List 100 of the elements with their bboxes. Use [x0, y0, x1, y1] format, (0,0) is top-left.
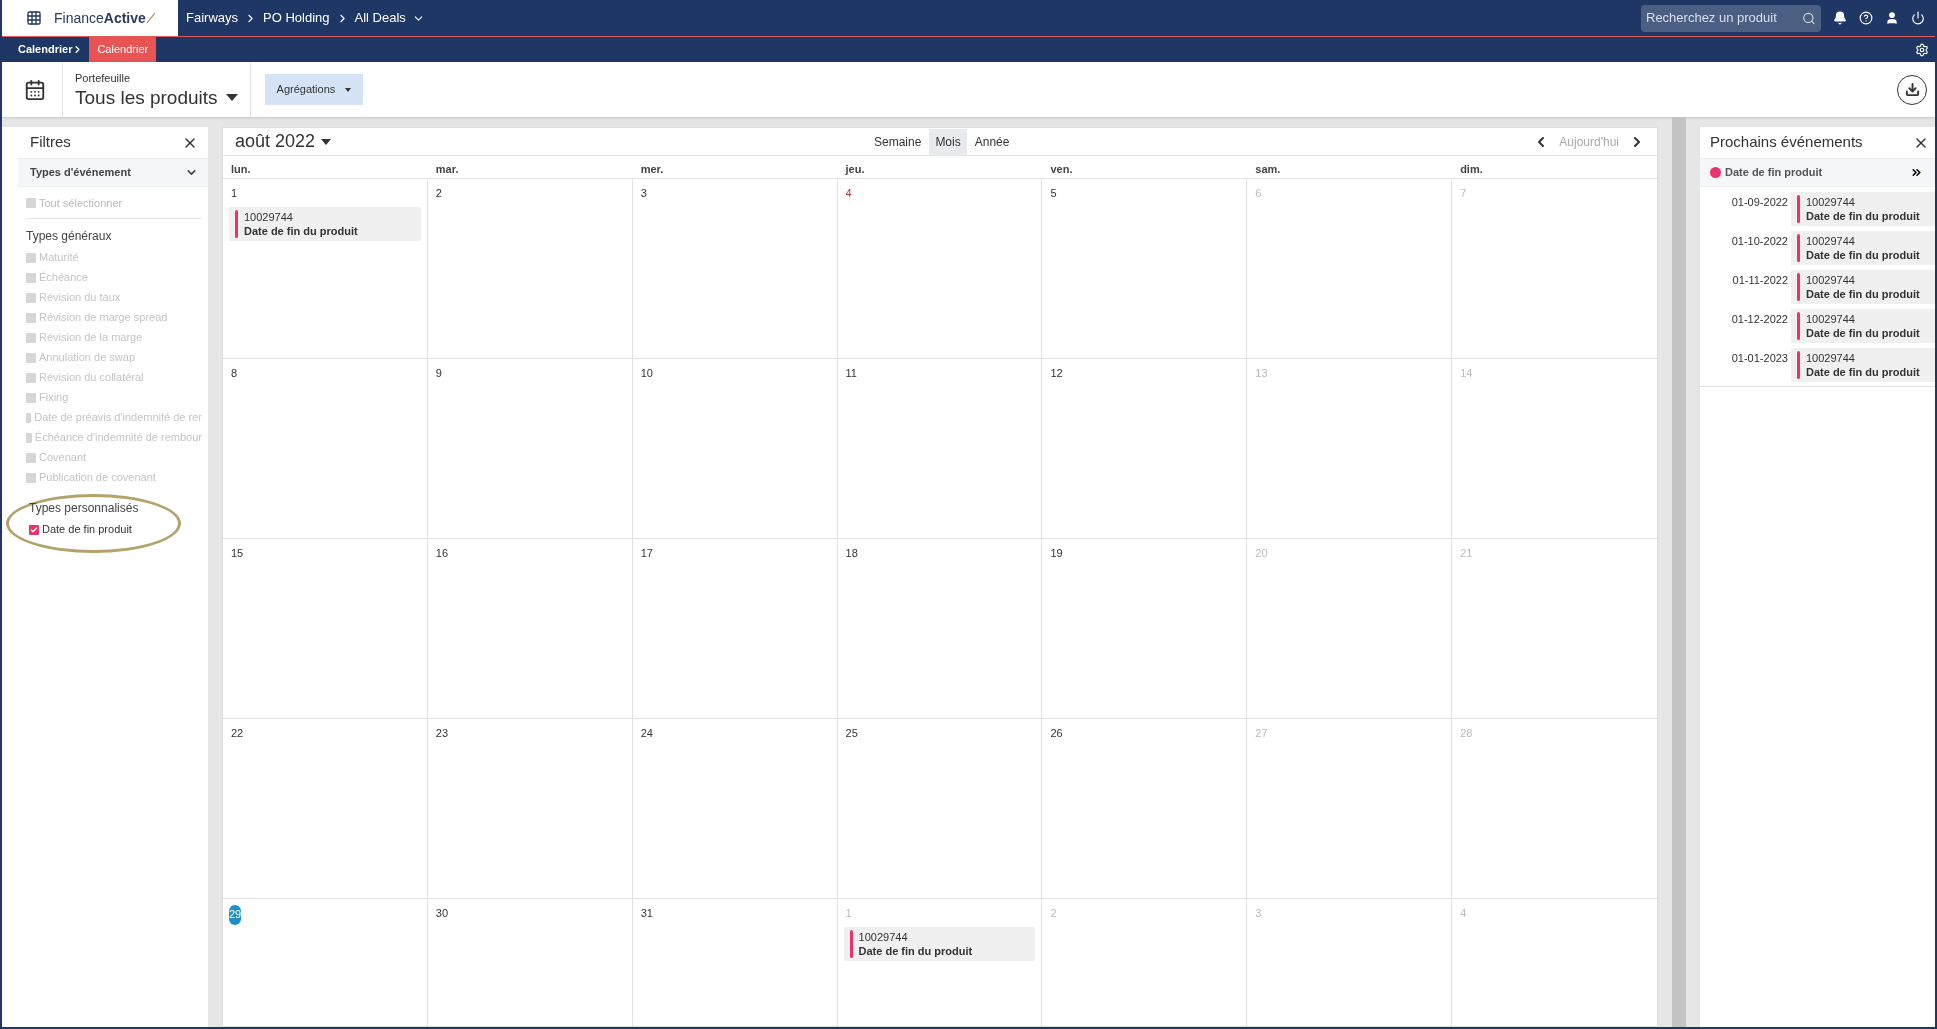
weekday-header: mar. — [434, 162, 460, 177]
event-id: 10029744 — [858, 930, 909, 944]
help-icon[interactable] — [1859, 11, 1873, 25]
day-number: 17 — [639, 545, 653, 561]
day-number: 3 — [1254, 905, 1262, 921]
weekday-header: lun. — [230, 162, 252, 177]
event-types-section[interactable]: Types d'événement — [18, 158, 208, 187]
breadcrumb-link[interactable]: All Deals — [354, 8, 406, 28]
day-cell[interactable]: 31 — [632, 898, 838, 1026]
event-card[interactable]: 10029744 Date de fin du produit — [1791, 309, 1935, 343]
event-card[interactable]: 10029744 Date de fin du produit — [1791, 348, 1935, 382]
upcoming-title: Prochains événements — [1710, 132, 1863, 153]
day-cell[interactable]: 1 10029744 Date de fin du produit — [837, 898, 1043, 1026]
day-number: 9 — [434, 365, 442, 381]
day-number: 29 — [229, 904, 242, 925]
day-cell[interactable]: 3 — [632, 178, 838, 358]
event-title: Date de fin du produit — [1806, 287, 1920, 301]
bell-icon[interactable] — [1833, 11, 1847, 25]
page-tab[interactable]: Calendrier — [89, 37, 157, 62]
month-dropdown[interactable]: août 2022 — [235, 128, 795, 155]
event-id: 10029744 — [1806, 351, 1856, 365]
day-cell[interactable]: 19 — [1042, 538, 1248, 718]
breadcrumb-link[interactable]: Fairways — [186, 8, 238, 28]
day-number: 14 — [1459, 365, 1473, 381]
view-tab[interactable]: Mois — [929, 128, 967, 155]
day-number: 2 — [434, 185, 442, 201]
day-number: 12 — [1049, 365, 1063, 381]
power-icon[interactable] — [1911, 11, 1925, 25]
search-input[interactable]: Recherchez un produit — [1646, 8, 1803, 28]
day-cell[interactable]: 12 — [1042, 358, 1248, 538]
event-card[interactable]: 10029744 Date de fin du produit — [1791, 270, 1935, 304]
portfolio-dropdown[interactable]: Tous les produits — [75, 86, 238, 109]
weekday-header: dim. — [1459, 162, 1484, 177]
calendar-icon — [24, 78, 46, 101]
portfolio-label: Portefeuille — [75, 71, 132, 87]
event-id: 10029744 — [1806, 234, 1856, 248]
event-card[interactable]: 10029744 Date de fin du produit — [1791, 231, 1935, 265]
day-cell[interactable]: 2 — [427, 178, 633, 358]
breadcrumb-link[interactable]: PO Holding — [263, 8, 330, 28]
event-id: 10029744 — [1806, 195, 1856, 209]
day-cell[interactable]: 30 — [427, 898, 633, 1026]
day-cell[interactable]: 1 10029744 Date de fin du produit — [223, 178, 428, 358]
day-number: 7 — [1459, 185, 1467, 201]
day-cell[interactable]: 18 — [837, 538, 1043, 718]
filter-option[interactable]: Date de fin produit — [29, 519, 178, 540]
event-date: 01-11-2022 — [1731, 273, 1788, 288]
event-date: 01-12-2022 — [1730, 312, 1788, 327]
event-title: Date de fin du produit — [1806, 209, 1920, 223]
search-field[interactable]: Recherchez un produit — [1641, 4, 1821, 32]
event-card[interactable]: 10029744 Date de fin du produit — [1791, 192, 1935, 226]
day-number: 1 — [230, 185, 238, 201]
day-number: 22 — [230, 725, 244, 741]
apps-grid-icon[interactable] — [26, 10, 42, 26]
day-cell[interactable]: 29 — [223, 898, 428, 1026]
event-date: 01-10-2022 — [1730, 234, 1788, 249]
filters-title: Filtres — [30, 132, 71, 153]
group-title: Types personnalisés — [29, 499, 140, 517]
day-number: 31 — [639, 905, 653, 921]
event-title: Date de fin du produit — [1806, 326, 1920, 340]
event-card[interactable]: 10029744 Date de fin du produit — [843, 927, 1036, 961]
view-tab[interactable]: Semaine — [868, 128, 928, 155]
weekday-header: mer. — [639, 162, 665, 177]
search-icon[interactable] — [1802, 10, 1816, 26]
day-cell[interactable]: 17 — [632, 538, 838, 718]
day-number: 24 — [639, 725, 653, 741]
day-cell[interactable]: 16 — [427, 538, 633, 718]
aggregations-button[interactable]: Agrégations — [264, 74, 364, 105]
checkbox[interactable] — [29, 524, 39, 535]
day-number: 30 — [434, 905, 449, 921]
event-id: 10029744 — [244, 210, 294, 224]
day-cell[interactable]: 5 — [1042, 178, 1248, 358]
day-cell[interactable]: 26 — [1042, 718, 1248, 898]
day-cell[interactable]: 9 — [427, 358, 633, 538]
event-id: 10029744 — [1806, 312, 1856, 326]
download-icon — [1904, 82, 1920, 97]
day-cell[interactable]: 25 — [837, 718, 1043, 898]
expand-icon[interactable] — [1910, 166, 1923, 179]
event-date: 01-09-2022 — [1730, 195, 1788, 210]
day-number: 4 — [844, 185, 852, 201]
weekday-header: ven. — [1049, 162, 1074, 177]
settings-icon[interactable] — [1915, 42, 1929, 57]
breadcrumb-link[interactable]: Calendrier — [18, 41, 90, 58]
day-number: 18 — [844, 545, 858, 561]
day-cell[interactable]: 8 — [223, 358, 428, 538]
day-cell[interactable]: 11 — [837, 358, 1043, 538]
day-cell[interactable]: 23 — [427, 718, 633, 898]
weekday-header: jeu. — [844, 162, 866, 177]
day-number: 11 — [844, 365, 857, 381]
day-number: 2 — [1049, 905, 1057, 921]
event-card[interactable]: 10029744 Date de fin du produit — [229, 207, 421, 241]
view-tab[interactable]: Année — [968, 128, 1016, 155]
day-cell[interactable]: 22 — [223, 718, 428, 898]
weekday-header: sam. — [1254, 162, 1282, 177]
day-number: 13 — [1254, 365, 1268, 381]
user-icon[interactable] — [1885, 11, 1899, 25]
day-cell[interactable]: 10 — [632, 358, 838, 538]
day-number: 1 — [844, 905, 852, 921]
day-cell[interactable]: 24 — [632, 718, 838, 898]
day-cell[interactable]: 4 — [837, 178, 1043, 358]
day-cell[interactable]: 15 — [223, 538, 428, 718]
